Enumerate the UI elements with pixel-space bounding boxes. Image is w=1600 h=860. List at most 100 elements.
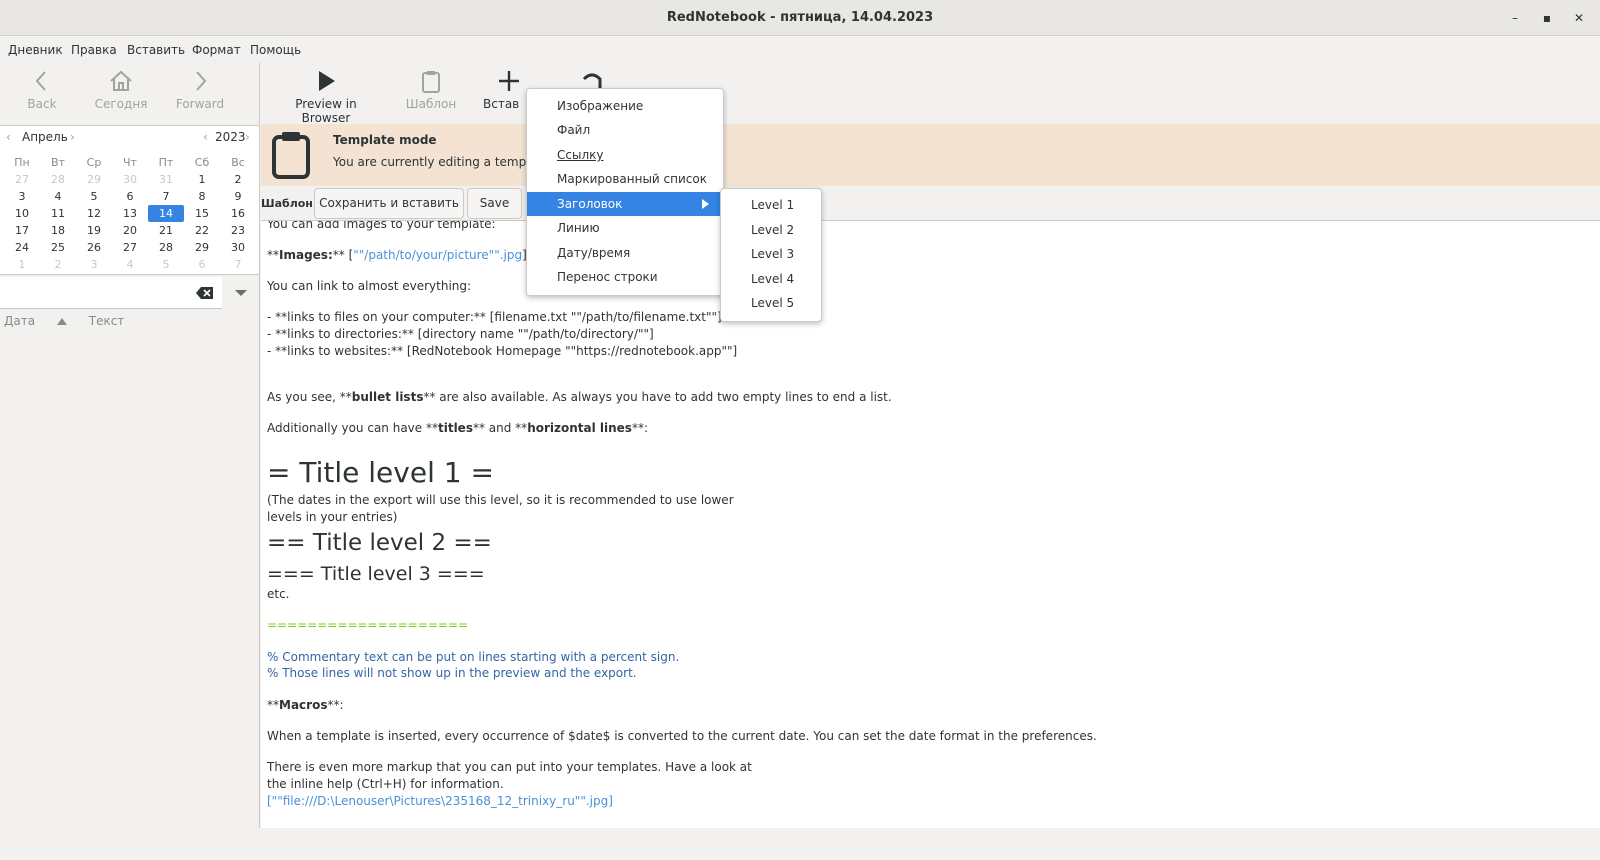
calendar-day[interactable]: 27 [112,239,148,256]
calendar-weekday: Пн [14,156,30,169]
calendar-day[interactable]: 6 [184,256,220,273]
maximize-icon[interactable]: ▪ [1538,9,1556,27]
calendar-day[interactable]: 9 [220,188,256,205]
editor-line: etc. [267,587,290,601]
calendar-day[interactable]: 29 [76,171,112,188]
preview-button[interactable]: Preview in Browser [276,69,376,125]
calendar-day[interactable]: 1 [184,171,220,188]
back-button[interactable]: Back [7,69,77,111]
calendar-day[interactable]: 27 [4,171,40,188]
calendar-day[interactable]: 28 [148,239,184,256]
prev-year-icon[interactable]: ‹ [203,130,208,144]
calendar-day[interactable]: 7 [220,256,256,273]
menu-item-datetime[interactable]: Дату/время [527,241,723,265]
next-month-icon[interactable]: › [70,130,75,144]
menu-item-level-2[interactable]: Level 2 [721,218,821,242]
menu-item-level-1[interactable]: Level 1 [721,193,821,217]
calendar-day[interactable]: 13 [112,205,148,222]
today-label: Сегодня [94,97,148,111]
calendar-day[interactable]: 2 [40,256,76,273]
menu-journal[interactable]: Дневник [8,43,63,57]
today-button[interactable]: Сегодня [86,69,156,111]
editor-link[interactable]: ""/path/to/your/picture"".jpg [353,248,522,262]
heading-submenu: Level 1 Level 2 Level 3 Level 4 Level 5 [720,188,822,322]
calendar-day[interactable]: 18 [40,222,76,239]
calendar-day[interactable]: 12 [76,205,112,222]
calendar-day[interactable]: 3 [76,256,112,273]
next-year-icon[interactable]: › [245,130,250,144]
insert-label: Встав [483,97,520,111]
calendar-day[interactable]: 4 [112,256,148,273]
menu-item-image[interactable]: Изображение [527,94,723,118]
calendar-day[interactable]: 23 [220,222,256,239]
calendar-day[interactable]: 31 [148,171,184,188]
calendar-day[interactable]: 6 [112,188,148,205]
calendar-day[interactable]: 8 [184,188,220,205]
calendar-day[interactable]: 28 [40,171,76,188]
calendar-day[interactable]: 26 [76,239,112,256]
calendar-day[interactable]: 25 [40,239,76,256]
editor[interactable]: You can add images to your template: **I… [261,220,1600,828]
menu-item-file[interactable]: Файл [527,118,723,142]
save-button[interactable]: Save [467,188,522,219]
calendar-day[interactable]: 15 [184,205,220,222]
calendar-day[interactable]: 3 [4,188,40,205]
calendar-day[interactable]: 24 [4,239,40,256]
calendar-day[interactable]: 20 [112,222,148,239]
search-field[interactable] [0,277,222,309]
infobar-message: You are currently editing a template. [333,155,553,169]
menu-item-line-break[interactable]: Перенос строки [527,265,723,289]
calendar-day[interactable]: 4 [40,188,76,205]
forward-button[interactable]: Forward [165,69,235,111]
calendar-year: 2023 [215,130,246,144]
clear-icon[interactable] [196,286,214,300]
editor-comment: % Commentary text can be put on lines st… [267,650,680,664]
editor-line: the inline help (Ctrl+H) for information… [267,777,504,791]
list-columns: Дата Текст [4,314,124,328]
calendar-day[interactable]: 5 [76,188,112,205]
menu-edit[interactable]: Правка [71,43,117,57]
search-dropdown-button[interactable] [224,277,259,309]
clipboard-icon [272,132,310,179]
editor-line: You can add images to your template: [267,220,496,231]
menu-item-level-4[interactable]: Level 4 [721,267,821,291]
calendar-day[interactable]: 30 [220,239,256,256]
menu-format[interactable]: Формат [192,43,241,57]
calendar-day[interactable]: 1 [4,256,40,273]
save-insert-button[interactable]: Сохранить и вставить [314,188,464,219]
calendar-day[interactable]: 30 [112,171,148,188]
calendar-weekday: Ср [86,156,102,169]
calendar-day[interactable]: 11 [40,205,76,222]
menu-item-heading[interactable]: Заголовок [527,192,723,216]
calendar-day[interactable]: 29 [184,239,220,256]
menu-item-link[interactable]: Ссылку [527,143,723,167]
column-text[interactable]: Текст [89,314,125,328]
calendar-day[interactable]: 16 [220,205,256,222]
submenu-arrow-icon [702,199,709,209]
menu-item-bullet-list[interactable]: Маркированный список [527,167,723,191]
template-button[interactable]: Шаблон [401,69,461,111]
calendar-day[interactable]: 22 [184,222,220,239]
menu-insert[interactable]: Вставить [127,43,185,57]
calendar-day[interactable]: 21 [148,222,184,239]
editor-link[interactable]: [""file:///D:\Lenouser\Pictures\235168_1… [267,793,613,810]
menu-help[interactable]: Помощь [250,43,301,57]
column-date[interactable]: Дата [4,314,35,328]
minimize-icon[interactable]: – [1506,9,1524,27]
menu-item-level-5[interactable]: Level 5 [721,291,821,315]
menu-bar: Дневник Правка Вставить Формат Помощь [0,37,1600,63]
calendar-day[interactable]: 10 [4,205,40,222]
menu-item-level-3[interactable]: Level 3 [721,242,821,266]
close-icon[interactable]: ✕ [1570,9,1588,27]
editor-line: (The dates in the export will use this l… [267,493,734,507]
calendar-day[interactable]: 17 [4,222,40,239]
calendar-weekday: Пт [158,156,174,169]
calendar-day[interactable]: 5 [148,256,184,273]
arrow-left-icon [35,71,46,91]
calendar-day[interactable]: 14 [148,205,184,222]
prev-month-icon[interactable]: ‹ [6,130,11,144]
calendar-day[interactable]: 19 [76,222,112,239]
calendar-day[interactable]: 2 [220,171,256,188]
calendar-day[interactable]: 7 [148,188,184,205]
menu-item-line[interactable]: Линию [527,216,723,240]
